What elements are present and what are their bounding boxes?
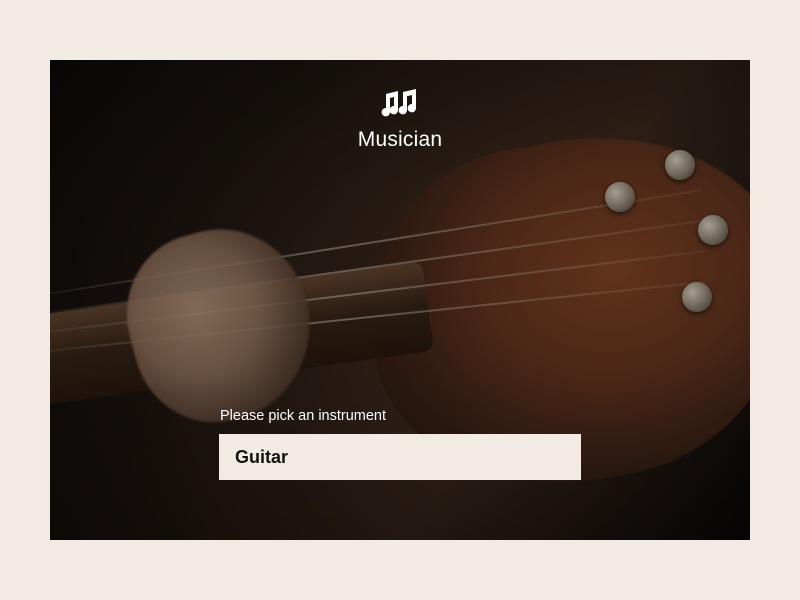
instrument-picker-label: Please pick an instrument bbox=[220, 408, 386, 424]
instrument-select[interactable]: Guitar bbox=[219, 434, 581, 480]
app-logo: Musician bbox=[358, 88, 442, 152]
content-layer: Musician Please pick an instrument Guita… bbox=[50, 60, 750, 540]
instrument-picker: Please pick an instrument Guitar bbox=[50, 408, 750, 480]
app-title: Musician bbox=[358, 128, 442, 152]
music-notes-icon bbox=[376, 88, 424, 122]
hero-card: Musician Please pick an instrument Guita… bbox=[50, 60, 750, 540]
instrument-select-value: Guitar bbox=[235, 447, 288, 468]
